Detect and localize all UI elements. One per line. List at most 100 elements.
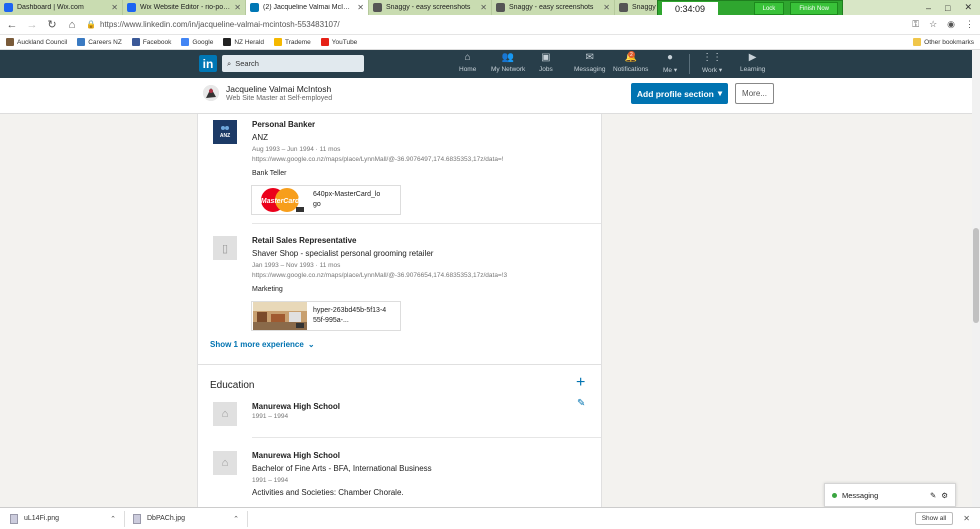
- avatar[interactable]: [203, 85, 219, 101]
- bookmark-item[interactable]: Facebook: [131, 38, 171, 46]
- page-scrollbar[interactable]: [972, 50, 980, 508]
- browser-tab[interactable]: Wix Website Editor - rio-pousada✕: [123, 0, 246, 15]
- compose-icon[interactable]: ✎: [930, 491, 936, 500]
- settings-gear-icon[interactable]: ⚙: [941, 491, 948, 500]
- bookmark-item[interactable]: Google: [181, 38, 213, 46]
- nav-label: Me ▾: [663, 67, 678, 74]
- school-name[interactable]: Manurewa High School: [252, 402, 340, 411]
- bookmark-item[interactable]: Careers NZ: [77, 38, 122, 46]
- download-item[interactable]: DbPACh.jpg ⌃: [133, 510, 248, 527]
- add-profile-section-button[interactable]: Add profile section ▾: [631, 83, 728, 104]
- download-item[interactable]: uL14Fi.png ⌃: [10, 510, 125, 527]
- media-attachment[interactable]: MasterCard 640px-MasterCard_logo: [251, 185, 401, 215]
- jobs-icon: ▣: [541, 52, 551, 63]
- nav-item[interactable]: ✉ Messaging: [574, 53, 606, 74]
- maximize-icon[interactable]: □: [945, 3, 950, 13]
- bookmark-item[interactable]: Trademe: [273, 38, 311, 46]
- grid-icon: ⋮⋮: [702, 52, 723, 63]
- linkedin-logo[interactable]: in: [199, 55, 217, 72]
- experience-title[interactable]: Personal Banker: [252, 120, 315, 129]
- browser-tab[interactable]: Dashboard | Wix.com ✕: [0, 0, 123, 15]
- download-bar: uL14Fi.png ⌃ DbPACh.jpg ⌃ Show all ✕: [0, 507, 980, 529]
- divider: [252, 223, 601, 224]
- tab-close-icon[interactable]: ✕: [111, 3, 118, 12]
- experience-description: Marketing: [252, 286, 283, 293]
- profile-sections-card: ANZ Personal Banker ANZ Aug 1993 – Jun 1…: [197, 114, 602, 507]
- home-browser-icon[interactable]: ⌂: [66, 19, 78, 31]
- nav-label: Messaging: [574, 66, 606, 73]
- bookmark-item[interactable]: NZ Herald: [223, 38, 264, 46]
- browser-tab[interactable]: Snaggy - easy screenshots ✕: [369, 0, 492, 15]
- nav-item[interactable]: ▣ Jobs: [539, 52, 553, 74]
- browser-tab[interactable]: (2) Jacqueline Valmai McIntosh | ✕: [246, 0, 369, 15]
- experience-location-url: https://www.google.co.nz/maps/place/Lynn…: [252, 272, 508, 279]
- nav-item[interactable]: ⌂ Home: [459, 53, 476, 74]
- edit-pencil-icon[interactable]: ✎: [577, 398, 585, 409]
- bookmark-favicon-icon: [131, 38, 140, 46]
- bookmark-item[interactable]: Auckland Council: [6, 38, 67, 46]
- media-attachment[interactable]: hyper-263bd45b-5f13-455f-995a-...: [251, 301, 401, 331]
- finish-now-button[interactable]: Finish Now: [790, 2, 838, 15]
- nav-item[interactable]: ● Me ▾: [663, 52, 678, 75]
- other-bookmarks-label: Other bookmarks: [924, 38, 974, 46]
- tab-close-icon[interactable]: ✕: [357, 3, 364, 12]
- search-input[interactable]: ⌕ Search: [222, 55, 364, 72]
- window-controls: – □ ✕: [926, 0, 980, 15]
- divider: [252, 437, 601, 438]
- file-icon: [133, 513, 141, 524]
- forward-icon[interactable]: →: [26, 19, 38, 31]
- close-window-icon[interactable]: ✕: [964, 2, 972, 13]
- tab-close-icon[interactable]: ✕: [234, 3, 241, 12]
- key-icon[interactable]: ⚿: [912, 19, 919, 30]
- section-divider: [198, 364, 601, 365]
- store-photo-thumbnail: [253, 302, 307, 330]
- nav-separator: [689, 54, 690, 74]
- messaging-overlay[interactable]: Messaging ✎ ⚙: [824, 483, 956, 507]
- bookmark-favicon-icon: [77, 38, 86, 46]
- school-placeholder-icon[interactable]: ⌂: [213, 451, 237, 475]
- nav-label: Notifications: [613, 66, 649, 73]
- nav-item[interactable]: ⋮⋮ Work ▾: [702, 52, 723, 75]
- caret-up-icon[interactable]: ⌃: [233, 515, 239, 523]
- school-name[interactable]: Manurewa High School: [252, 451, 340, 460]
- search-icon: ⌕: [227, 58, 232, 68]
- tab-favicon-icon: [496, 3, 505, 12]
- nav-label: Jobs: [539, 66, 553, 73]
- lock-button[interactable]: Lock: [753, 2, 785, 15]
- lock-icon: 🔒: [86, 20, 96, 29]
- caret-up-icon[interactable]: ⌃: [110, 515, 116, 523]
- show-all-downloads-button[interactable]: Show all: [914, 512, 954, 525]
- url-field[interactable]: 🔒 https://www.linkedin.com/in/jacqueline…: [86, 20, 904, 29]
- other-bookmarks[interactable]: Other bookmarks: [913, 38, 974, 46]
- scrollbar-thumb[interactable]: [973, 228, 979, 323]
- profile-sticky-bar: Jacqueline Valmai McIntosh Web Site Mast…: [0, 78, 980, 114]
- nav-item[interactable]: ▶ Learning: [740, 53, 765, 74]
- menu-kebab-icon[interactable]: ⋮: [965, 19, 974, 30]
- back-icon[interactable]: ←: [6, 19, 18, 31]
- show-more-experience-button[interactable]: Show 1 more experience ⌄: [210, 340, 315, 349]
- search-placeholder: Search: [235, 59, 259, 68]
- company-placeholder-icon[interactable]: ▯: [213, 236, 237, 260]
- tab-close-icon[interactable]: ✕: [603, 3, 610, 12]
- star-icon[interactable]: ☆: [929, 19, 937, 30]
- nav-item[interactable]: 👥 My Network: [491, 53, 526, 74]
- school-placeholder-icon[interactable]: ⌂: [213, 402, 237, 426]
- extension-icon[interactable]: ◉: [947, 19, 955, 30]
- more-button[interactable]: More...: [735, 83, 774, 104]
- experience-location-url: https://www.google.co.nz/maps/place/Lynn…: [252, 156, 504, 163]
- me-avatar-icon: ●: [667, 52, 674, 63]
- tab-title: Snaggy - easy screenshots: [509, 4, 594, 11]
- nav-item[interactable]: 🔔2 Notifications: [613, 51, 649, 73]
- anz-logo[interactable]: ANZ: [213, 120, 237, 144]
- add-profile-section-label: Add profile section: [636, 88, 714, 99]
- minimize-icon[interactable]: –: [926, 3, 931, 13]
- bookmark-favicon-icon: [320, 38, 329, 46]
- close-download-bar-icon[interactable]: ✕: [963, 514, 970, 523]
- tab-close-icon[interactable]: ✕: [480, 3, 487, 12]
- reload-icon[interactable]: ↻: [46, 18, 58, 31]
- experience-title[interactable]: Retail Sales Representative: [252, 236, 357, 245]
- add-education-icon[interactable]: +: [576, 374, 585, 392]
- browser-tab[interactable]: Snaggy - easy screenshots ✕: [492, 0, 615, 15]
- nav-label: My Network: [491, 66, 526, 73]
- bookmark-item[interactable]: YouTube: [320, 38, 357, 46]
